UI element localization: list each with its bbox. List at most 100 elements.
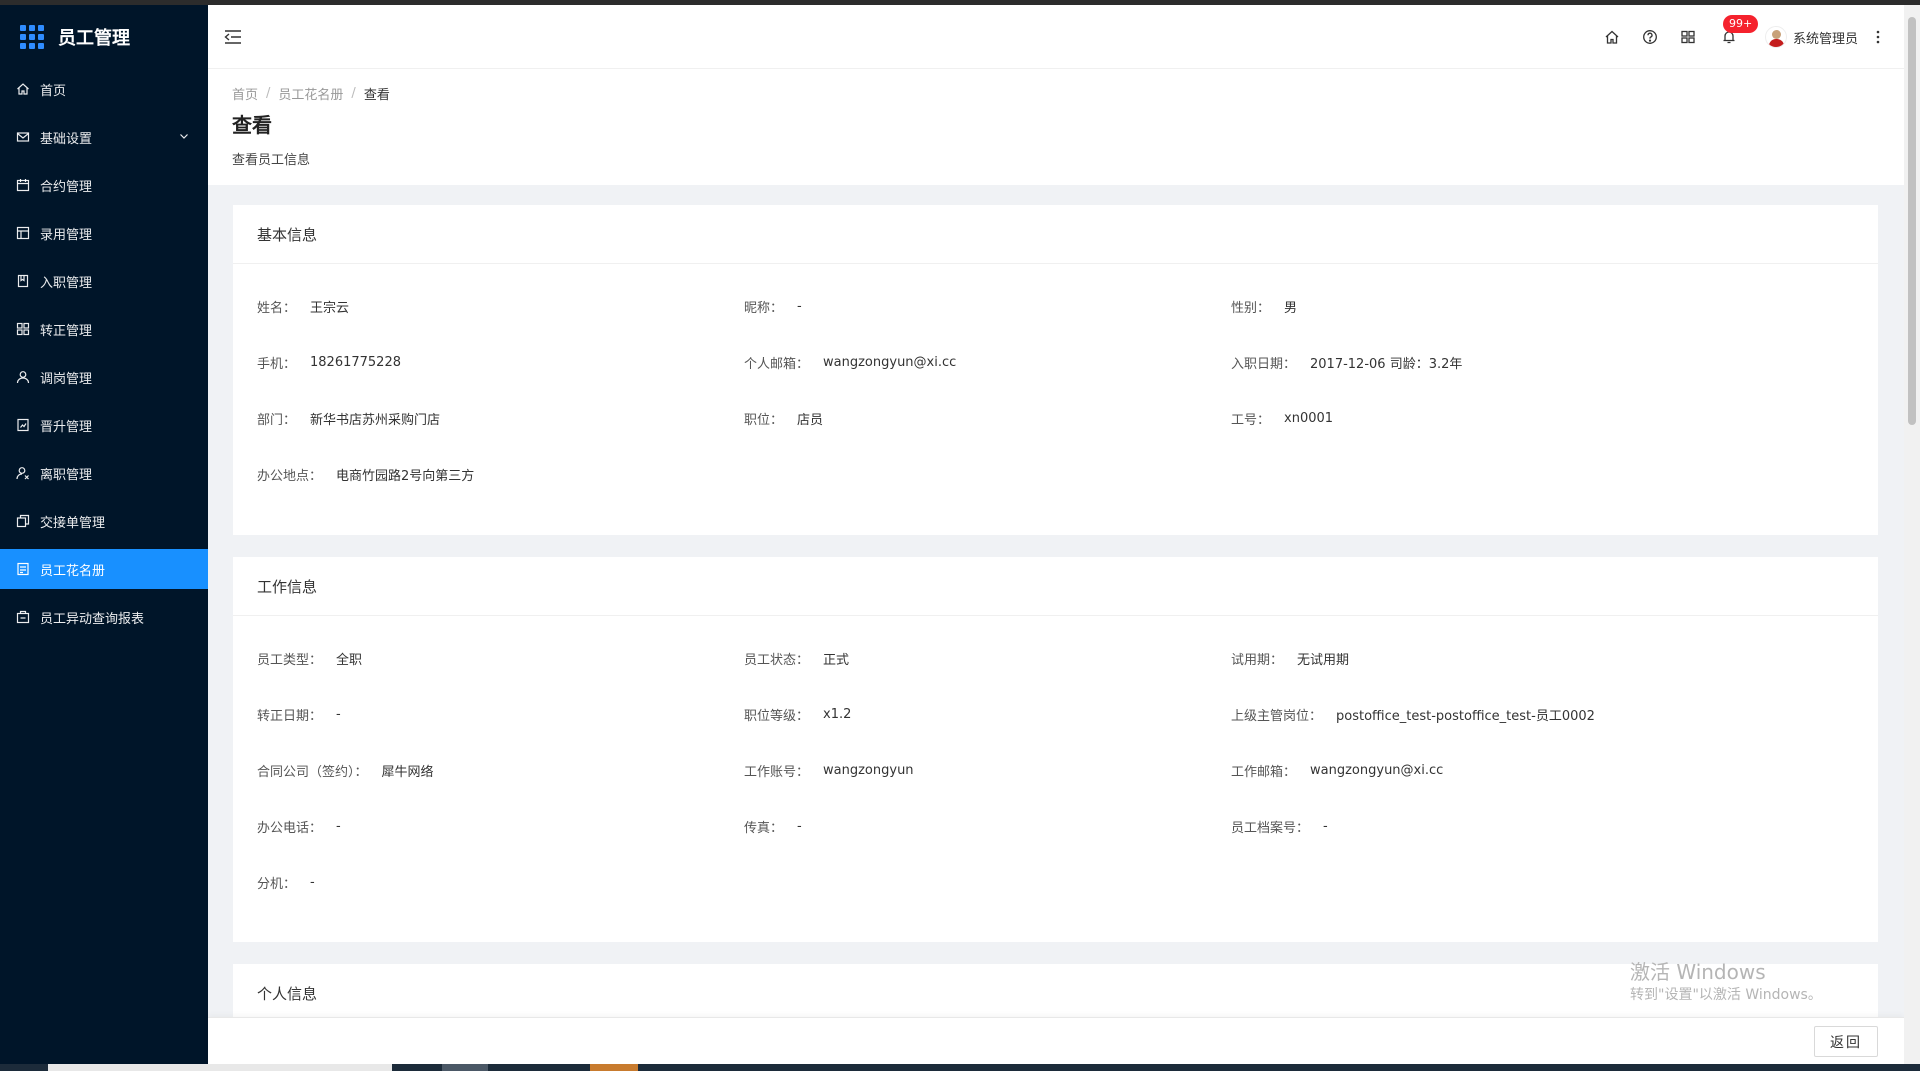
sidebar-item-hiring[interactable]: 录用管理 <box>0 213 208 253</box>
taskbar-search[interactable] <box>48 1064 392 1071</box>
field-label: 传真： <box>744 820 784 836</box>
menu-fold-icon[interactable] <box>224 29 242 45</box>
breadcrumb-current: 查看 <box>363 87 390 103</box>
field-label: 职位： <box>744 412 784 428</box>
field-label: 办公地点： <box>257 468 323 484</box>
mail-icon <box>16 130 30 144</box>
sidebar-item-basic-settings[interactable]: 基础设置 <box>0 117 208 157</box>
sidebar: 员工管理 首页 基础设置 合约管理 录用管理 入职管理 转正管理 调岗管理 晋升… <box>0 5 208 1064</box>
field-label: 手机： <box>257 356 297 372</box>
field-value: - <box>310 874 315 890</box>
info-field: 试用期： 无试用期 <box>1231 630 1854 686</box>
help-icon[interactable] <box>1631 5 1669 69</box>
apps-grid-icon <box>20 25 44 49</box>
page-description: 查看员工信息 <box>232 153 311 168</box>
info-field: 昵称： - <box>744 278 1231 334</box>
user-menu[interactable]: 系统管理员 <box>1764 26 1858 48</box>
report-icon <box>16 610 30 624</box>
field-label: 工作邮箱： <box>1231 764 1297 780</box>
field-value: 无试用期 <box>1297 652 1350 668</box>
info-field: 工作账号： wangzongyun <box>744 742 1231 798</box>
field-label: 分机： <box>257 876 297 892</box>
card-title: 基本信息 <box>233 205 1878 264</box>
field-label: 转正日期： <box>257 708 323 724</box>
info-field: 工号： xn0001 <box>1231 390 1854 446</box>
info-field: 部门： 新华书店苏州采购门店 <box>257 390 744 446</box>
sidebar-item-onboarding[interactable]: 入职管理 <box>0 261 208 301</box>
sidebar-item-transfer[interactable]: 调岗管理 <box>0 357 208 397</box>
page-scrollbar[interactable] <box>1904 5 1920 1064</box>
sidebar-item-roster[interactable]: 员工花名册 <box>0 549 208 589</box>
windows-activation-watermark: 激活 Windows 转到"设置"以激活 Windows。 <box>1630 959 1822 1005</box>
notification-button[interactable]: 99+ <box>1707 5 1759 69</box>
profile-icon <box>16 562 30 576</box>
info-field: 员工档案号： - <box>1231 798 1854 854</box>
home-icon[interactable] <box>1593 5 1631 69</box>
sidebar-item-label: 调岗管理 <box>40 371 93 387</box>
sidebar-item-change-report[interactable]: 员工异动查询报表 <box>0 597 208 637</box>
app-title: 员工管理 <box>58 28 130 49</box>
info-field: 手机： 18261775228 <box>257 334 744 390</box>
breadcrumb-roster[interactable]: 员工花名册 <box>278 84 343 103</box>
field-value: 正式 <box>823 652 850 668</box>
info-field: 分机： - <box>257 854 744 910</box>
watermark-line1: 激活 Windows <box>1630 960 1766 984</box>
sidebar-item-label: 晋升管理 <box>40 419 93 435</box>
sidebar-item-label: 交接单管理 <box>40 515 106 531</box>
sidebar-item-label: 员工花名册 <box>40 563 106 579</box>
basic-info-card: 基本信息 姓名： 王宗云 昵称： - 性别：男手机： 18261775228 个人邮箱： wa… <box>233 205 1878 535</box>
copy-icon <box>16 514 30 528</box>
field-label: 姓名： <box>257 300 297 316</box>
field-value: - <box>1323 818 1328 834</box>
field-grid: 员工类型： 全职 员工状态： 正式 试用期： 无试用期 转正日期： - 职位等级： x1.2 上级主… <box>257 630 1854 910</box>
field-value: xn0001 <box>1284 410 1334 426</box>
back-button[interactable]: 返回 <box>1814 1026 1878 1057</box>
os-taskbar <box>0 1064 1920 1071</box>
app-logo[interactable]: 员工管理 <box>0 5 208 69</box>
sidebar-item-resignation[interactable]: 离职管理 <box>0 453 208 493</box>
info-field: 性别： 男 <box>1231 278 1854 334</box>
sidebar-item-label: 录用管理 <box>40 227 93 243</box>
layout-icon <box>16 226 30 240</box>
avatar <box>1764 26 1787 48</box>
page-header: 首页 / 员工花名册 / 查看 查看 查看员工信息 <box>208 69 1904 185</box>
sidebar-item-contracts[interactable]: 合约管理 <box>0 165 208 205</box>
sidebar-item-label: 入职管理 <box>40 275 93 291</box>
info-field: 员工状态： 正式 <box>744 630 1231 686</box>
scrollbar-thumb[interactable] <box>1908 17 1916 425</box>
field-label: 职位等级： <box>744 708 810 724</box>
field-value: 店员 <box>797 412 824 428</box>
info-field: 合同公司（签约）： 犀牛网络 <box>257 742 744 798</box>
sidebar-item-label: 首页 <box>40 83 67 99</box>
field-label: 入职日期： <box>1231 356 1297 372</box>
field-label: 试用期： <box>1231 652 1284 668</box>
field-value: 全职 <box>336 652 363 668</box>
calendar-icon <box>16 178 30 192</box>
sidebar-item-label: 基础设置 <box>40 131 93 147</box>
taskbar-app[interactable] <box>442 1064 488 1071</box>
info-field: 办公电话： - <box>257 798 744 854</box>
sidebar-item-handover[interactable]: 交接单管理 <box>0 501 208 541</box>
field-value: 男 <box>1284 300 1298 316</box>
field-value: 新华书店苏州采购门店 <box>310 412 441 428</box>
field-value: wangzongyun <box>823 762 914 778</box>
sidebar-item-home[interactable]: 首页 <box>0 69 208 109</box>
user-name: 系统管理员 <box>1792 31 1858 47</box>
info-field: 工作邮箱： wangzongyun@xi.cc <box>1231 742 1854 798</box>
taskbar-app[interactable] <box>590 1064 638 1071</box>
field-value: 18261775228 <box>310 354 401 370</box>
book-icon <box>16 274 30 288</box>
field-label: 部门： <box>257 412 297 428</box>
field-label: 昵称： <box>744 300 784 316</box>
breadcrumb-home[interactable]: 首页 <box>232 84 258 103</box>
header-actions: 99+ 系统管理员 <box>1593 5 1890 69</box>
info-field: 上级主管岗位： postoffice_test-postoffice_test-员… <box>1231 686 1854 742</box>
sidebar-item-regularization[interactable]: 转正管理 <box>0 309 208 349</box>
info-field: 职位等级： x1.2 <box>744 686 1231 742</box>
field-label: 办公电话： <box>257 820 323 836</box>
more-vertical-icon[interactable] <box>1866 5 1890 69</box>
apps-icon[interactable] <box>1669 5 1707 69</box>
sidebar-item-promotion[interactable]: 晋升管理 <box>0 405 208 445</box>
user-icon <box>16 370 30 384</box>
card-title: 工作信息 <box>233 557 1878 616</box>
